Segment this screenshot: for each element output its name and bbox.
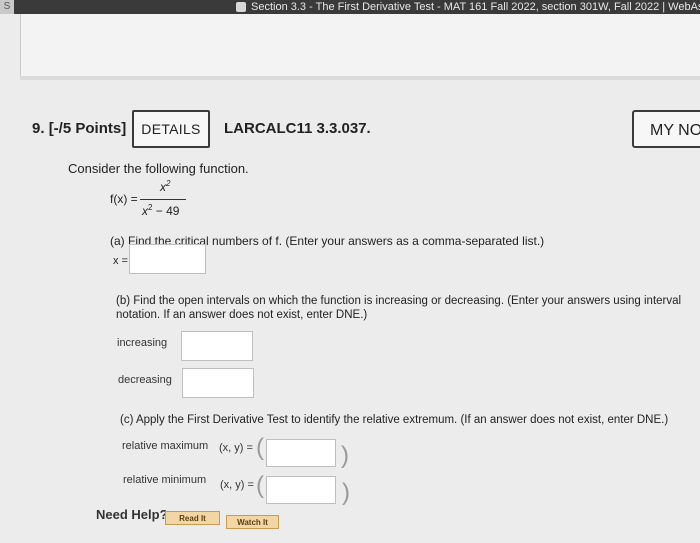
open-paren-icon: ( [256, 434, 264, 461]
close-paren-icon: ) [342, 479, 350, 506]
increasing-input[interactable] [181, 331, 253, 361]
details-button[interactable]: DETAILS [132, 110, 210, 148]
fraction-bar [140, 199, 186, 200]
part-b-prompt: (b) Find the open intervals on which the… [116, 295, 682, 321]
function-lhs: f(x) = [110, 192, 138, 206]
increasing-label: increasing [117, 337, 168, 349]
part-c-prompt: (c) Apply the First Derivative Test to i… [120, 414, 669, 426]
watch-it-button[interactable]: Watch It [226, 515, 279, 529]
my-notes-button[interactable]: MY NO [632, 110, 700, 148]
question-number: 9. [-/5 Points] [32, 120, 127, 137]
tab-corner-icon: S [0, 0, 14, 14]
open-paren-icon: ( [256, 472, 264, 499]
decreasing-label: decreasing [118, 374, 172, 386]
critical-numbers-input[interactable] [129, 244, 206, 274]
question-intro: Consider the following function. [68, 161, 249, 176]
relative-minimum-label: relative minimum [123, 474, 207, 486]
card-divider [20, 76, 700, 80]
previous-question-card [20, 14, 700, 77]
decreasing-input[interactable] [182, 368, 254, 398]
question-header: 9. [-/5 Points] DETAILS LARCALC11 3.3.03… [0, 108, 700, 152]
need-help-label: Need Help? [96, 507, 168, 522]
question-reference: LARCALC11 3.3.037. [224, 120, 371, 137]
relative-minimum-xy-label: (x, y) = [220, 479, 254, 491]
window-title: Section 3.3 - The First Derivative Test … [251, 1, 700, 13]
browser-title-bar: S Section 3.3 - The First Derivative Tes… [0, 0, 700, 14]
close-paren-icon: ) [341, 442, 349, 469]
fraction-denominator: x2 − 49 [142, 203, 180, 218]
fraction-numerator: x2 [160, 179, 171, 194]
webassign-favicon-icon [236, 2, 246, 12]
relative-minimum-input[interactable] [266, 476, 336, 504]
points-label: [-/5 Points] [48, 120, 127, 137]
relative-maximum-input[interactable] [266, 439, 336, 467]
read-it-button[interactable]: Read It [165, 511, 220, 525]
relative-maximum-xy-label: (x, y) = [219, 442, 253, 454]
critical-numbers-label: x = [113, 255, 128, 267]
relative-maximum-label: relative maximum [122, 440, 209, 452]
